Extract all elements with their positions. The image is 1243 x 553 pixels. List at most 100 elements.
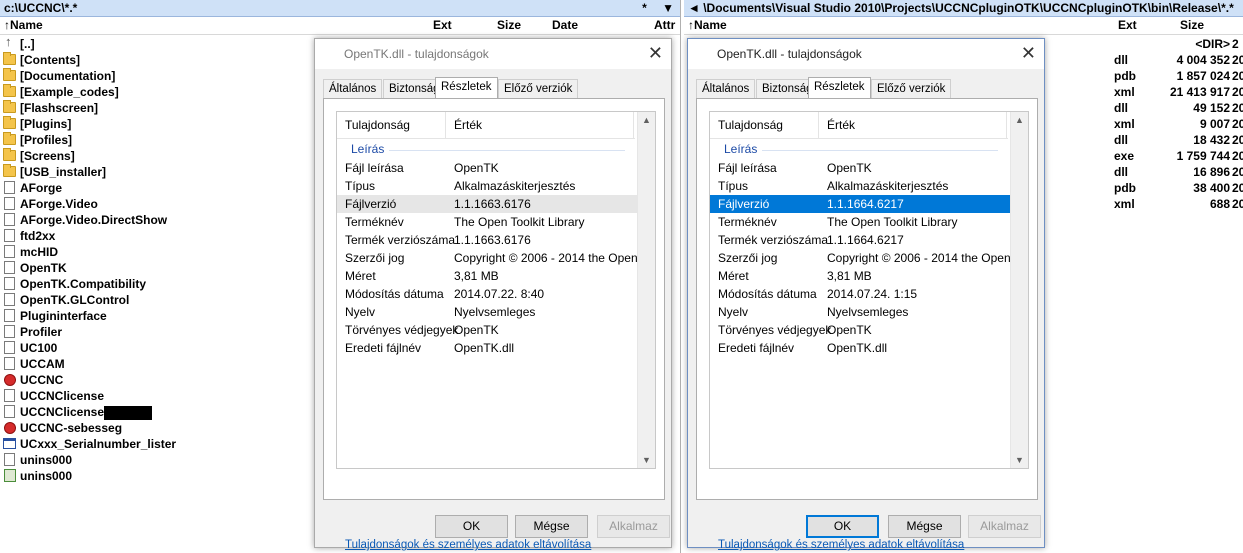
property-row[interactable]: Törvényes védjegyek OpenTK [337, 321, 637, 339]
property-row[interactable]: Típus Alkalmazáskiterjesztés [337, 177, 637, 195]
header-value[interactable]: Érték [454, 112, 482, 138]
file-row[interactable]: [Profiles] [0, 132, 176, 148]
file-row[interactable]: unins000 [0, 452, 176, 468]
file-row[interactable]: OpenTK [0, 260, 176, 276]
file-row[interactable]: UCxxx_Serialnumber_lister [0, 436, 176, 452]
file-row[interactable]: UCCNC [0, 372, 176, 388]
vertical-scrollbar[interactable]: ▲ ▼ [1010, 112, 1028, 468]
property-row[interactable]: Eredeti fájlnév OpenTK.dll [337, 339, 637, 357]
tab-previous-versions[interactable]: Előző verziók [871, 79, 952, 99]
property-name: Fájlverzió [345, 197, 397, 211]
ok-button[interactable]: OK [806, 515, 879, 538]
col-ext[interactable]: Ext [1118, 17, 1137, 34]
file-row[interactable]: UCCAM [0, 356, 176, 372]
property-row[interactable]: Típus Alkalmazáskiterjesztés [710, 177, 1010, 195]
file-row[interactable]: [Example_codes] [0, 84, 176, 100]
property-row[interactable]: Szerzői jog Copyright © 2006 - 2014 the O… [710, 249, 1024, 267]
property-row[interactable]: Módosítás dátuma 2014.07.24. 1:15 [710, 285, 1010, 303]
file-icon [4, 309, 15, 322]
header-value[interactable]: Érték [827, 112, 855, 138]
property-row[interactable]: Fájl leírása OpenTK [337, 159, 637, 177]
file-row[interactable]: [..] [0, 34, 176, 52]
property-row[interactable]: Nyelv Nyelvsemleges [710, 303, 1010, 321]
file-row[interactable]: mcHID [0, 244, 176, 260]
file-row[interactable]: AForge.Video.DirectShow [0, 212, 176, 228]
col-size[interactable]: Size [497, 17, 521, 34]
file-row[interactable]: UCCNClicense [0, 388, 176, 404]
left-path-bar[interactable]: c:\UCCNC\*.* * ▼ [0, 0, 680, 17]
close-icon[interactable]: ✕ [648, 43, 663, 64]
properties-dialog-left[interactable]: OpenTK.dll - tulajdonságok ✕ Általános B… [314, 38, 672, 551]
tab-details[interactable]: Részletek [435, 77, 498, 99]
file-row[interactable]: OpenTK.Compatibility [0, 276, 176, 292]
property-row[interactable]: Módosítás dátuma 2014.07.22. 8:40 [337, 285, 637, 303]
dialog-title-bar[interactable]: OpenTK.dll - tulajdonságok ✕ [688, 39, 1044, 69]
cancel-button[interactable]: Mégse [888, 515, 961, 538]
right-path-bar[interactable]: ◄ \Documents\Visual Studio 2010\Projects… [684, 0, 1243, 17]
history-dropdown-icon[interactable]: ▼ [662, 1, 674, 15]
property-row[interactable]: Fájl leírása OpenTK [710, 159, 1010, 177]
file-row[interactable]: Profiler [0, 324, 176, 340]
file-row[interactable]: [USB_installer] [0, 164, 176, 180]
col-ext[interactable]: Ext [433, 17, 452, 34]
property-row[interactable]: Termék­név The Open Toolkit Library [337, 213, 637, 231]
property-list[interactable]: Tulajdonság Érték Leírás Fájl leírása Ope… [336, 111, 656, 469]
apply-button[interactable]: Alkalmaz [597, 515, 670, 538]
property-row[interactable]: Nyelv Nyelvsemleges [337, 303, 637, 321]
header-property[interactable]: Tulajdonság [345, 112, 410, 138]
cancel-button[interactable]: Mégse [515, 515, 588, 538]
history-star-button[interactable]: * [642, 1, 647, 15]
property-row[interactable]: Méret 3,81 MB [710, 267, 1010, 285]
property-list[interactable]: Tulajdonság Érték Leírás Fájl leírása Ope… [709, 111, 1029, 469]
header-property[interactable]: Tulajdonság [718, 112, 783, 138]
file-row[interactable]: [Plugins] [0, 116, 176, 132]
property-row[interactable]: Eredeti fájlnév OpenTK.dll [710, 339, 1010, 357]
property-row[interactable]: Fájlverzió 1.1.1663.6176 [337, 195, 637, 213]
scroll-down-icon[interactable]: ▼ [642, 455, 651, 465]
file-row[interactable]: [Screens] [0, 148, 176, 164]
close-icon[interactable]: ✕ [1021, 43, 1036, 64]
file-row[interactable]: Plugininterface [0, 308, 176, 324]
file-row[interactable]: ftd2xx [0, 228, 176, 244]
header-divider[interactable] [1006, 112, 1007, 138]
file-row[interactable]: UCCNC-sebesseg [0, 420, 176, 436]
col-name[interactable]: ↑Name [688, 17, 727, 34]
apply-button[interactable]: Alkalmaz [968, 515, 1041, 538]
file-row[interactable]: [Flashscreen] [0, 100, 176, 116]
file-row[interactable]: [Documentation] [0, 68, 176, 84]
header-divider[interactable] [445, 112, 446, 138]
scroll-up-icon[interactable]: ▲ [642, 115, 651, 125]
col-size[interactable]: Size [1180, 17, 1204, 34]
scroll-down-icon[interactable]: ▼ [1015, 455, 1024, 465]
properties-dialog-right[interactable]: OpenTK.dll - tulajdonságok ✕ Általános B… [687, 38, 1045, 551]
remove-properties-link[interactable]: Tulajdonságok és személyes adatok eltávo… [345, 539, 591, 551]
file-row[interactable]: OpenTK.GLControl [0, 292, 176, 308]
file-row[interactable]: [Contents] [0, 52, 176, 68]
tab-general[interactable]: Általános [323, 79, 383, 99]
col-date[interactable]: Date [552, 17, 578, 34]
file-row[interactable]: UCCNClicense [0, 404, 176, 420]
header-divider[interactable] [633, 112, 634, 138]
file-row[interactable]: AForge [0, 180, 176, 196]
property-row[interactable]: Fájlverzió 1.1.1664.6217 [710, 195, 1010, 213]
property-row[interactable]: Törvényes védjegyek OpenTK [710, 321, 1010, 339]
property-row[interactable]: Termék­név The Open Toolkit Library [710, 213, 1010, 231]
tab-previous-versions[interactable]: Előző verziók [498, 79, 579, 99]
vertical-scrollbar[interactable]: ▲ ▼ [637, 112, 655, 468]
property-row[interactable]: Termék verziószáma 1.1.1664.6217 [710, 231, 1010, 249]
tab-details[interactable]: Részletek [808, 77, 871, 99]
file-row[interactable]: AForge.Video [0, 196, 176, 212]
property-row[interactable]: Termék verziószáma 1.1.1663.6176 [337, 231, 637, 249]
col-name[interactable]: ↑Name [4, 17, 43, 34]
dialog-title-bar[interactable]: OpenTK.dll - tulajdonságok ✕ [315, 39, 671, 69]
property-row[interactable]: Méret 3,81 MB [337, 267, 637, 285]
col-attr[interactable]: Attr [654, 17, 675, 34]
ok-button[interactable]: OK [435, 515, 508, 538]
file-row[interactable]: UC100 [0, 340, 176, 356]
file-row[interactable]: unins000 [0, 468, 176, 484]
remove-properties-link[interactable]: Tulajdonságok és személyes adatok eltávo… [718, 539, 964, 551]
tab-general[interactable]: Általános [696, 79, 756, 99]
property-row[interactable]: Szerzői jog Copyright © 2006 - 2014 the O… [337, 249, 651, 267]
header-divider[interactable] [818, 112, 819, 138]
scroll-up-icon[interactable]: ▲ [1015, 115, 1024, 125]
